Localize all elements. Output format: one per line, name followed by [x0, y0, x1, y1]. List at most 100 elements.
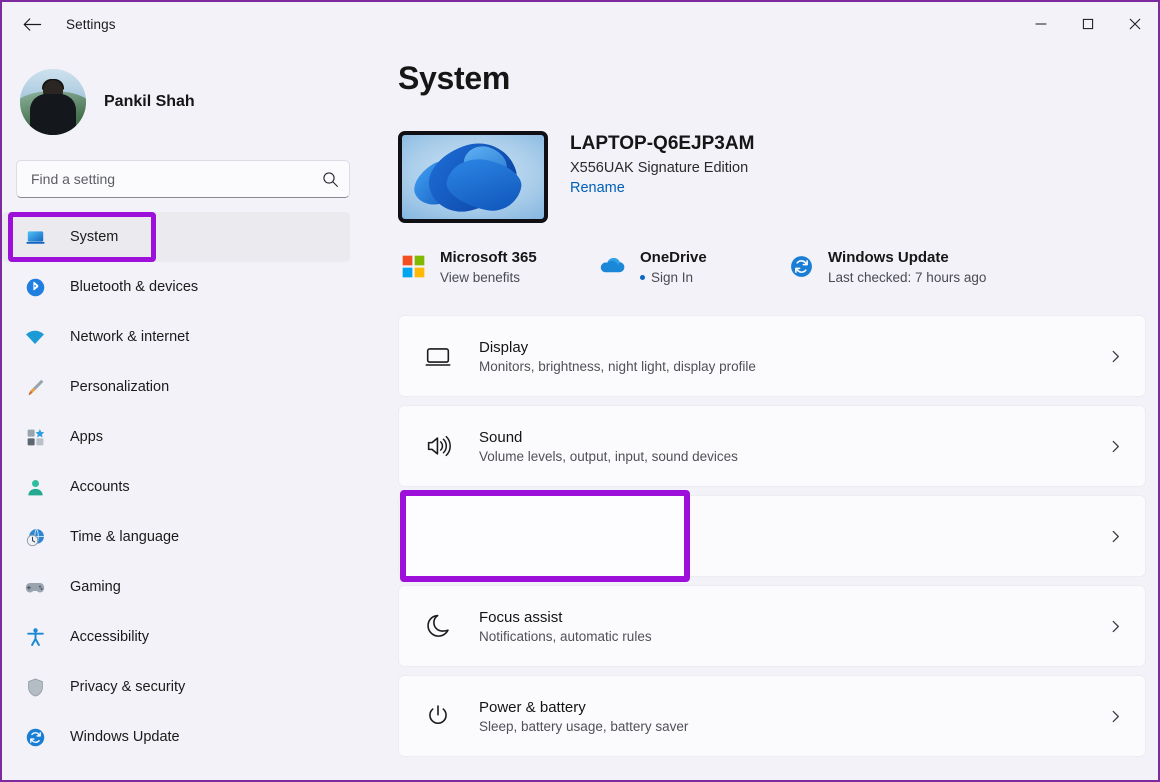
- bluetooth-icon: [22, 275, 48, 299]
- sidebar: Pankil Shah System Bluetooth & devices Net…: [2, 46, 392, 780]
- sidebar-item-label: Time & language: [70, 529, 180, 545]
- card-title: Notifications: [479, 518, 561, 536]
- sidebar-item-bluetooth-devices[interactable]: Bluetooth & devices: [2, 262, 350, 312]
- settings-card-focus-assist[interactable]: Focus assist Notifications, automatic rul…: [398, 585, 1146, 667]
- shield-icon: [22, 675, 48, 699]
- back-arrow-icon: [23, 17, 41, 31]
- close-button[interactable]: [1111, 2, 1158, 46]
- sidebar-item-time-language[interactable]: Time & language: [2, 512, 350, 562]
- settings-card-sound[interactable]: Sound Volume levels, output, input, sound…: [398, 405, 1146, 487]
- sidebar-item-label: Accounts: [70, 479, 130, 495]
- chevron-right-icon: [1112, 620, 1119, 632]
- avatar[interactable]: [20, 69, 86, 135]
- power-icon: [429, 705, 447, 724]
- account-name: Pankil Shah: [104, 93, 195, 110]
- page-title: System: [398, 60, 511, 96]
- chevron-right-icon[interactable]: [1103, 439, 1127, 454]
- settings-card-notifications[interactable]: Notifications Alerts from apps and system: [398, 495, 1146, 577]
- person-icon: [22, 475, 48, 499]
- bell-icon: [428, 524, 448, 546]
- settings-card-list: Display Monitors, brightness, night light…: [398, 315, 1146, 757]
- service-microsoft-365[interactable]: Microsoft 365 View benefits: [398, 249, 598, 285]
- sidebar-nav: System Bluetooth & devices Network & inter…: [2, 212, 392, 780]
- sidebar-item-accounts[interactable]: Accounts: [2, 462, 350, 512]
- sidebar-item-accessibility[interactable]: Accessibility: [2, 612, 350, 662]
- title-bar: Settings: [2, 2, 1158, 46]
- sidebar-item-gaming[interactable]: Gaming: [2, 562, 350, 612]
- paintbrush-icon: [22, 375, 48, 399]
- chevron-right-icon[interactable]: [1103, 349, 1127, 364]
- back-button[interactable]: [12, 8, 52, 40]
- card-subtitle: Monitors, brightness, night light, displ…: [479, 358, 756, 374]
- settings-window: Settings Pankil Shah Find a setting Syst…: [0, 0, 1160, 782]
- minimize-button[interactable]: [1017, 2, 1064, 46]
- speaker-icon: [427, 435, 451, 457]
- card-title: Power & battery: [479, 698, 586, 716]
- monitor-icon: [421, 339, 455, 373]
- card-subtitle: Volume levels, output, input, sound devi…: [479, 448, 738, 464]
- settings-card-power-battery[interactable]: Power & battery Sleep, battery usage, bat…: [398, 675, 1146, 757]
- windows-update-icon: [786, 251, 816, 281]
- search-box[interactable]: [16, 160, 350, 198]
- apps-grid-icon: [27, 428, 44, 445]
- sidebar-item-label: Windows Update: [70, 729, 180, 745]
- gamepad-icon: [25, 582, 45, 593]
- window-title: Settings: [66, 16, 116, 32]
- search-icon: [323, 171, 338, 187]
- windows-update-icon: [26, 728, 44, 746]
- service-title: OneDrive: [640, 249, 707, 266]
- bell-icon: [421, 519, 455, 553]
- windows-bloom-wallpaper-thumbnail: [398, 131, 548, 223]
- device-model: X556UAK Signature Edition: [570, 160, 749, 176]
- chevron-right-icon[interactable]: [1103, 529, 1127, 544]
- sidebar-item-apps[interactable]: Apps: [2, 412, 350, 462]
- sidebar-item-privacy-security[interactable]: Privacy & security: [2, 662, 350, 712]
- search-input[interactable]: [31, 171, 322, 187]
- card-title: Focus assist: [479, 608, 563, 626]
- sidebar-item-windows-update[interactable]: Windows Update: [2, 712, 350, 762]
- sidebar-item-label: Gaming: [70, 579, 121, 595]
- service-windows-update[interactable]: Windows Update Last checked: 7 hours ago: [786, 249, 986, 285]
- wifi-icon: [22, 325, 48, 349]
- minimize-icon: [1034, 23, 1047, 25]
- service-title: Windows Update: [828, 249, 949, 266]
- settings-card-display[interactable]: Display Monitors, brightness, night light…: [398, 315, 1146, 397]
- sidebar-item-label: Personalization: [70, 379, 170, 395]
- accessibility-icon: [26, 627, 44, 646]
- device-summary: LAPTOP-Q6EJP3AM X556UAK Signature Editio…: [398, 131, 1158, 223]
- bluetooth-icon: [26, 278, 44, 296]
- system-laptop-icon: [22, 225, 48, 249]
- account-block[interactable]: Pankil Shah: [2, 46, 392, 142]
- sidebar-item-personalization[interactable]: Personalization: [2, 362, 350, 412]
- clock-globe-icon: [22, 525, 48, 549]
- chevron-right-icon[interactable]: [1103, 709, 1127, 724]
- service-onedrive[interactable]: OneDrive Sign In: [598, 249, 786, 285]
- rename-link[interactable]: Rename: [570, 180, 625, 196]
- person-icon: [27, 479, 43, 495]
- moon-icon: [421, 609, 455, 643]
- windows-update-icon: [22, 725, 48, 749]
- chevron-right-icon: [1112, 350, 1119, 362]
- gamepad-icon: [22, 575, 48, 599]
- card-subtitle: Alerts from apps and system: [479, 538, 651, 554]
- sidebar-item-system[interactable]: System: [2, 212, 350, 262]
- service-subtitle: Last checked: 7 hours ago: [828, 270, 987, 285]
- card-title: Display: [479, 338, 529, 356]
- sidebar-item-label: Bluetooth & devices: [70, 279, 199, 295]
- sidebar-item-network-internet[interactable]: Network & internet: [2, 312, 350, 362]
- main-content: System LAPTOP-Q6EJP3AM X556UAK Signature…: [392, 46, 1158, 780]
- maximize-button[interactable]: [1064, 2, 1111, 46]
- microsoft-logo-icon: [402, 255, 424, 277]
- apps-grid-icon: [22, 425, 48, 449]
- wifi-icon: [26, 330, 44, 344]
- onedrive-cloud-icon: [600, 258, 624, 273]
- microsoft-logo-icon: [398, 251, 428, 281]
- sidebar-item-label: Accessibility: [70, 629, 149, 645]
- chevron-right-icon[interactable]: [1103, 619, 1127, 634]
- monitor-icon: [425, 348, 451, 366]
- paintbrush-icon: [28, 379, 43, 395]
- windows-update-icon: [790, 255, 812, 277]
- maximize-icon: [1082, 18, 1093, 30]
- clock-globe-icon: [26, 527, 44, 546]
- onedrive-cloud-icon: [598, 251, 628, 281]
